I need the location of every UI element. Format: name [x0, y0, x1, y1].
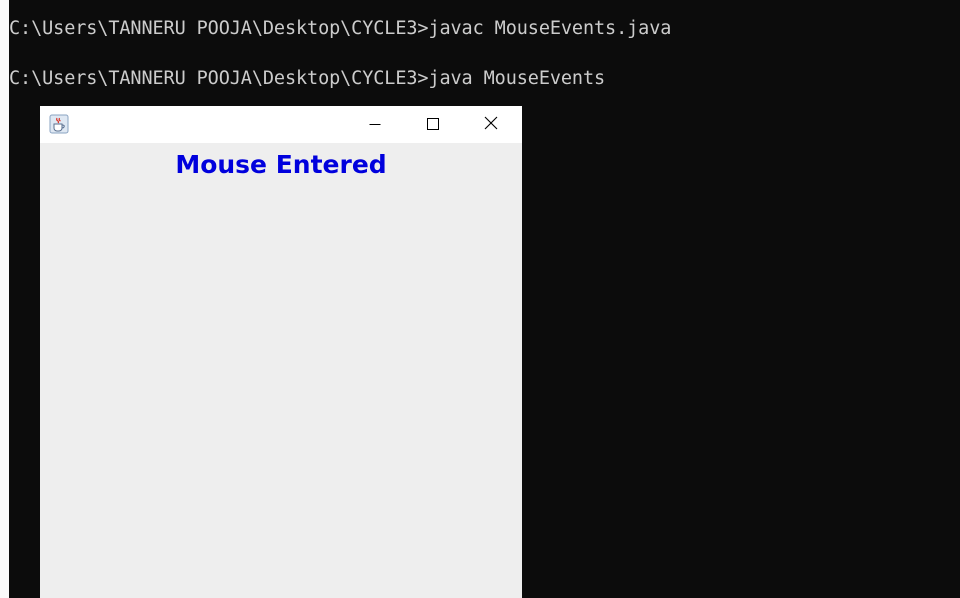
console-line-run: C:\Users\TANNERU POOJA\Desktop\CYCLE3>ja…	[9, 68, 606, 89]
close-icon	[484, 115, 498, 134]
console-left-edge	[0, 0, 9, 598]
minimize-icon	[369, 115, 381, 134]
close-button[interactable]	[468, 106, 514, 143]
maximize-button[interactable]	[410, 106, 456, 143]
java-app-window[interactable]: Mouse Entered	[40, 106, 522, 598]
java-cup-icon[interactable]	[49, 114, 69, 134]
window-titlebar[interactable]	[40, 106, 522, 143]
console-line-compile: C:\Users\TANNERU POOJA\Desktop\CYCLE3>ja…	[9, 18, 672, 39]
window-content-area[interactable]: Mouse Entered	[40, 143, 522, 598]
maximize-icon	[427, 115, 439, 134]
minimize-button[interactable]	[352, 106, 398, 143]
mouse-event-status-label: Mouse Entered	[175, 150, 387, 179]
